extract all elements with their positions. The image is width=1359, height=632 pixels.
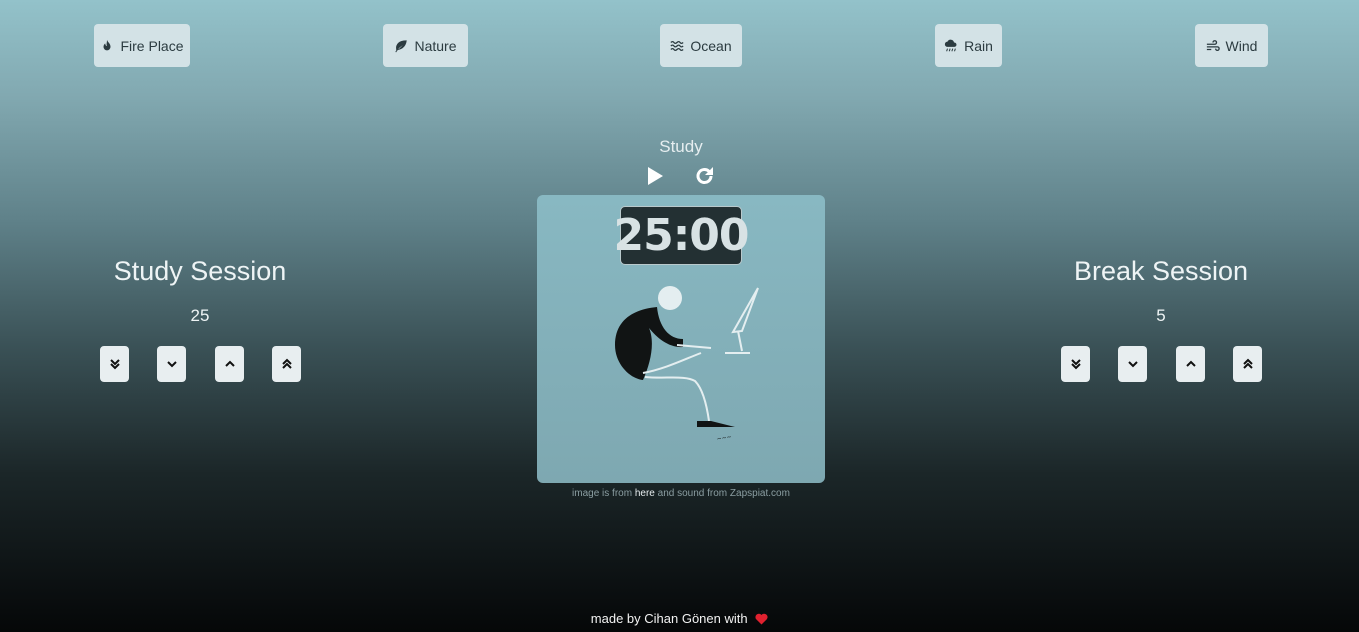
timer-mode-label: Study xyxy=(659,137,703,156)
sound-button-nature[interactable]: Nature xyxy=(383,24,468,67)
sound-label: Ocean xyxy=(690,37,732,54)
heart-icon xyxy=(755,613,768,625)
chevron-down-icon xyxy=(166,361,177,368)
fire-icon xyxy=(103,39,111,50)
chevron-up-icon xyxy=(1185,360,1196,367)
image-credit: image is from here and sound from Zapspi… xyxy=(537,488,825,499)
study-decrease-five-button[interactable] xyxy=(100,346,129,382)
sound-button-ocean[interactable]: Ocean xyxy=(660,24,742,67)
footer-text: made by Cihan Gönen with xyxy=(590,611,748,626)
break-decrease-button[interactable] xyxy=(1118,346,1147,382)
study-session-value: 25 xyxy=(190,306,210,325)
break-session-title: Break Session xyxy=(1073,256,1249,286)
cloud-rain-icon xyxy=(944,39,957,51)
sound-label: Wind xyxy=(1225,37,1258,54)
sound-button-wind[interactable]: Wind xyxy=(1195,24,1268,67)
break-increase-five-button[interactable] xyxy=(1233,346,1262,382)
chevron-up-icon xyxy=(224,360,235,367)
timer-display: 25:00 xyxy=(613,206,750,265)
sound-label: Nature xyxy=(414,37,457,54)
double-chevron-up-icon xyxy=(281,358,292,369)
break-increase-button[interactable] xyxy=(1176,346,1205,382)
credit-suffix: and sound from Zapspiat.com xyxy=(657,488,790,499)
study-decrease-button[interactable] xyxy=(157,346,186,382)
credit-prefix: image is from xyxy=(572,488,633,499)
sound-button-fire-place[interactable]: Fire Place xyxy=(94,24,190,67)
footer: made by Cihan Gönen with xyxy=(0,611,1359,626)
study-increase-five-button[interactable] xyxy=(272,346,301,382)
wind-icon xyxy=(1206,39,1220,51)
break-decrease-five-button[interactable] xyxy=(1061,346,1090,382)
break-session-value: 5 xyxy=(1156,306,1166,325)
double-chevron-down-icon xyxy=(1070,359,1081,370)
sound-button-rain[interactable]: Rain xyxy=(935,24,1002,67)
study-session-title: Study Session xyxy=(113,256,287,286)
double-chevron-up-icon xyxy=(1242,358,1253,369)
redo-icon[interactable] xyxy=(694,165,716,187)
sound-label: Fire Place xyxy=(120,37,184,54)
play-icon[interactable] xyxy=(644,165,666,187)
study-increase-button[interactable] xyxy=(215,346,244,382)
svg-text:~~~: ~~~ xyxy=(716,433,732,443)
sound-label: Rain xyxy=(964,37,993,54)
credit-link[interactable]: here xyxy=(635,488,655,499)
chevron-down-icon xyxy=(1127,361,1138,368)
water-icon xyxy=(670,40,684,51)
double-chevron-down-icon xyxy=(109,359,120,370)
leaf-icon xyxy=(395,39,408,52)
